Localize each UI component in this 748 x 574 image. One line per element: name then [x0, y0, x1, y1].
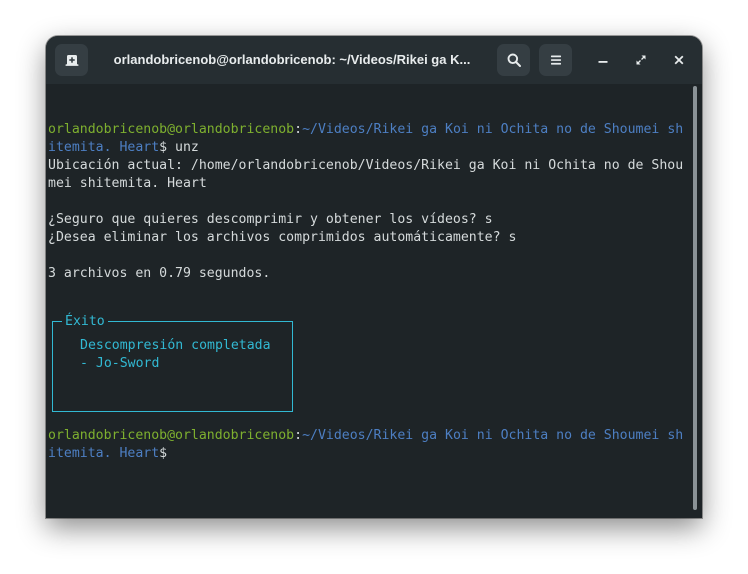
question-extract: ¿Seguro que quieres descomprimir y obten… — [48, 212, 493, 227]
prompt-colon: : — [294, 122, 303, 137]
hamburger-menu-icon — [550, 55, 561, 65]
prompt-line-2-wrap: itemita. Heart$ — [48, 445, 167, 463]
prompt-path: ~/Videos/Rikei ga Koi ni Ochita no de Sh… — [302, 428, 684, 443]
prompt-line-1: orlandobricenob@orlandobricenob:~/Videos… — [48, 121, 683, 139]
command-text: unz — [167, 140, 199, 155]
menu-button[interactable] — [539, 44, 572, 76]
new-tab-icon — [65, 55, 78, 66]
success-message: Descompresión completada — [80, 338, 271, 353]
summary-line: 3 archivos en 0.79 segundos. — [48, 266, 271, 281]
minimize-icon — [598, 61, 608, 63]
search-icon — [507, 53, 521, 67]
terminal-window: orlandobricenob@orlandobricenob: ~/Video… — [46, 36, 702, 518]
prompt-path: ~/Videos/Rikei ga Koi ni Ochita no de Sh… — [302, 122, 684, 137]
close-button[interactable] — [667, 48, 691, 72]
search-button[interactable] — [497, 44, 530, 76]
prompt-colon: : — [294, 428, 303, 443]
new-tab-button[interactable] — [55, 44, 88, 76]
prompt-path-continued: itemita. Heart — [48, 140, 160, 155]
scrollbar[interactable] — [693, 86, 697, 510]
prompt-path-continued: itemita. Heart — [48, 446, 160, 461]
prompt-user: orlandobricenob@orlandobricenob — [48, 122, 295, 137]
prompt-line-2: orlandobricenob@orlandobricenob:~/Videos… — [48, 427, 683, 445]
prompt-line-1-wrap: itemita. Heart$ unz — [48, 139, 199, 157]
prompt-symbol: $ — [159, 140, 168, 155]
location-line-wrap: mei shitemita. Heart — [48, 176, 207, 191]
prompt-symbol: $ — [159, 446, 168, 461]
maximize-button[interactable] — [629, 48, 653, 72]
location-line: Ubicación actual: /home/orlandobricenob/… — [48, 158, 684, 173]
header-bar: orlandobricenob@orlandobricenob: ~/Video… — [46, 36, 702, 84]
prompt-user: orlandobricenob@orlandobricenob — [48, 428, 295, 443]
success-author: - Jo-Sword — [80, 356, 160, 371]
close-icon — [674, 55, 684, 65]
minimize-button[interactable] — [591, 48, 615, 72]
maximize-icon — [636, 55, 646, 65]
question-delete: ¿Desea eliminar los archivos comprimidos… — [48, 230, 517, 245]
window-title: orlandobricenob@orlandobricenob: ~/Video… — [113, 52, 471, 67]
terminal-output[interactable]: orlandobricenob@orlandobricenob:~/Videos… — [48, 84, 688, 518]
success-box-title: Éxito — [62, 313, 108, 331]
